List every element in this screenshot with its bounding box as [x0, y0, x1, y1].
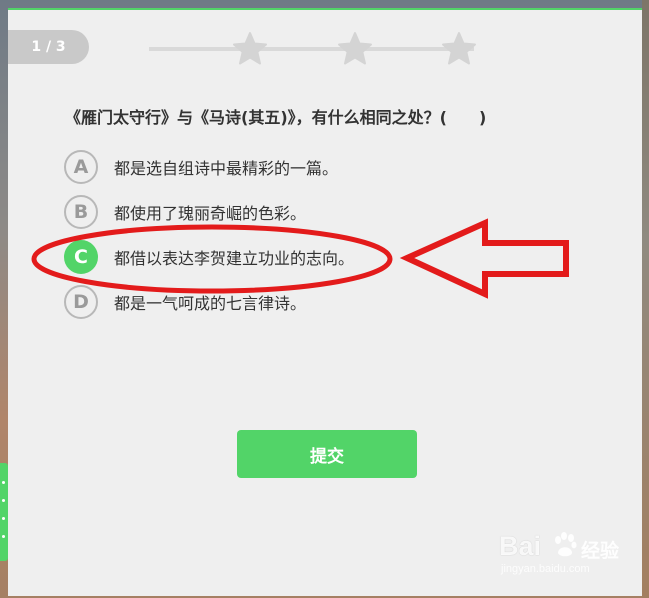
option-a[interactable]: A 都是选自组诗中最精彩的一篇。: [64, 149, 338, 185]
option-d[interactable]: D 都是一气呵成的七言律诗。: [64, 284, 306, 320]
paw-icon: [555, 532, 577, 557]
option-b[interactable]: B 都使用了瑰丽奇崛的色彩。: [64, 194, 306, 230]
progress-indicator: 1 / 3: [8, 30, 89, 64]
option-letter: B: [64, 195, 98, 229]
side-tab[interactable]: [0, 463, 8, 561]
star-icon: [442, 32, 476, 65]
option-c[interactable]: C 都借以表达李贺建立功业的志向。: [64, 239, 354, 275]
option-text: 都是一气呵成的七言律诗。: [114, 294, 307, 313]
option-letter: A: [64, 150, 98, 184]
option-text: 都是选自组诗中最精彩的一篇。: [114, 159, 339, 178]
quiz-card: 1 / 3 《雁门太守行》与《马诗(其五)》，有什么相同之处？( ) A 都是选…: [8, 8, 642, 596]
option-letter: C: [64, 240, 98, 274]
baidu-watermark: Bai 经验 jingyan.baidu.com: [495, 527, 625, 582]
option-text: 都使用了瑰丽奇崛的色彩。: [114, 204, 307, 223]
option-text: 都借以表达李贺建立功业的志向。: [114, 249, 355, 268]
question-text: 《雁门太守行》与《马诗(其五)》，有什么相同之处？( ): [65, 108, 487, 127]
star-icon: [338, 32, 372, 65]
background-edge: [642, 0, 649, 598]
watermark-brand: Bai: [499, 531, 542, 561]
star-icon: [233, 32, 267, 65]
watermark-suffix: 经验: [581, 540, 620, 562]
progress-track: [149, 47, 474, 51]
submit-button[interactable]: 提交: [237, 430, 417, 478]
watermark-url: jingyan.baidu.com: [501, 563, 590, 575]
option-letter: D: [64, 285, 98, 319]
